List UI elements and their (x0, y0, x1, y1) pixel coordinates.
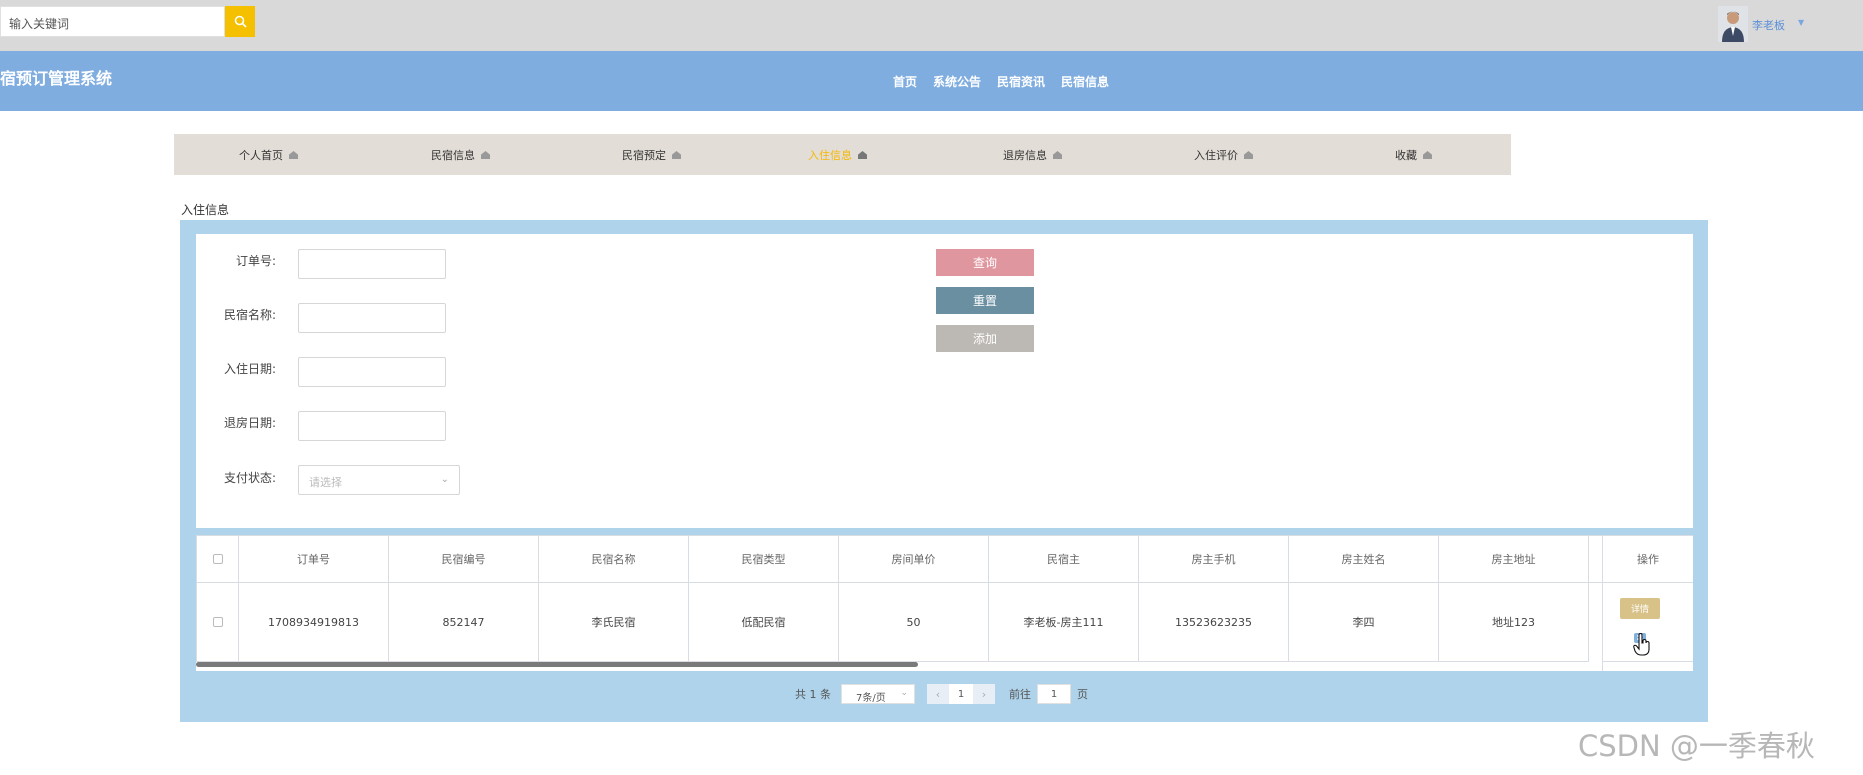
order-no-label: 订单号: (235, 254, 276, 268)
nav-item-announcements[interactable]: 系统公告 (933, 73, 981, 90)
hand-cursor-icon (1633, 633, 1650, 656)
subnav-item-homestay-info[interactable]: 民宿信息 (431, 147, 490, 163)
nav-item-news[interactable]: 民宿资讯 (997, 73, 1045, 90)
subnav-item-label: 民宿信息 (431, 149, 475, 162)
data-table: 订单号 民宿编号 民宿名称 民宿类型 房间单价 民宿主 房主手机 房主姓名 房主… (196, 535, 1693, 671)
column-header[interactable]: 房间单价 (838, 535, 989, 583)
subnav-item-label: 民宿预定 (622, 149, 666, 162)
order-no-input[interactable] (298, 249, 446, 279)
home-icon (858, 151, 867, 159)
sub-nav: 个人首页 民宿信息 民宿预定 入住信息 退房信息 入住评价 收藏 (174, 134, 1511, 175)
subnav-item-label: 入住信息 (808, 149, 852, 162)
table-cell: 李老板-房主111 (988, 582, 1139, 662)
pay-status-label: 支付状态: (223, 471, 276, 485)
page-size-label: 7条/页 (856, 693, 886, 704)
row-checkbox[interactable] (212, 617, 223, 627)
table-cell: 李四 (1288, 582, 1439, 662)
goto-prefix: 前往 (1009, 688, 1031, 701)
table-cell: 50 (838, 582, 989, 662)
column-header[interactable]: 民宿编号 (388, 535, 539, 583)
column-header: 操作 (1603, 535, 1693, 583)
home-icon (1053, 151, 1062, 159)
search-input[interactable]: 输入关键词 (0, 6, 225, 37)
search-button[interactable] (225, 6, 255, 37)
column-header[interactable]: 房主姓名 (1288, 535, 1439, 583)
checkin-date-label: 入住日期: (223, 362, 276, 376)
page-size-select[interactable]: 7条/页 ⌄ (841, 684, 915, 704)
select-all-cell (196, 535, 239, 583)
subnav-item-label: 个人首页 (239, 149, 283, 162)
home-icon (481, 151, 490, 159)
nav-item-homestays[interactable]: 民宿信息 (1061, 73, 1109, 90)
subnav-item-profile[interactable]: 个人首页 (239, 147, 298, 163)
table-cell: 1708934919813 (238, 582, 389, 662)
chevron-down-icon: ⌄ (900, 688, 908, 698)
home-icon (1423, 151, 1432, 159)
checkout-date-input[interactable] (298, 411, 446, 441)
table-cell: 李氏民宿 (538, 582, 689, 662)
query-button[interactable]: 查询 (936, 249, 1034, 276)
checkin-date-input[interactable] (298, 357, 446, 387)
subnav-item-review[interactable]: 入住评价 (1194, 147, 1253, 163)
page-number[interactable]: 1 (949, 684, 973, 704)
select-all-checkbox[interactable] (212, 554, 223, 564)
table-cell: 地址123 (1438, 582, 1589, 662)
detail-button[interactable]: 详情 (1620, 598, 1660, 619)
header-banner: 民宿预订管理系统 首页 系统公告 民宿资讯 民宿信息 (0, 51, 1863, 111)
pay-status-placeholder: 请选择 (309, 476, 342, 489)
column-header[interactable]: 民宿类型 (688, 535, 839, 583)
table-cell: 13523623235 (1138, 582, 1289, 662)
table-cell: 852147 (388, 582, 539, 662)
column-header[interactable]: 民宿主 (988, 535, 1139, 583)
subnav-item-label: 入住评价 (1194, 149, 1238, 162)
subnav-item-favorites[interactable]: 收藏 (1395, 147, 1432, 163)
home-icon (289, 151, 298, 159)
subnav-item-label: 收藏 (1395, 149, 1417, 162)
home-icon (672, 151, 681, 159)
row-select-cell (196, 582, 239, 662)
checkout-date-label: 退房日期: (223, 416, 276, 430)
column-header[interactable]: 房主手机 (1138, 535, 1289, 583)
search-form: 订单号: 民宿名称: 入住日期: 退房日期: 支付状态: 请选择 ⌄ 查询 重置… (196, 234, 1693, 528)
column-header[interactable]: 房主地址 (1438, 535, 1589, 583)
goto-suffix: 页 (1077, 688, 1088, 701)
pagination: 共 1 条 7条/页 ⌄ ‹ 1 › 前往 1 页 (795, 684, 1088, 704)
subnav-item-checkout[interactable]: 退房信息 (1003, 147, 1062, 163)
pay-status-select[interactable]: 请选择 ⌄ (298, 465, 460, 495)
homestay-name-label: 民宿名称: (223, 308, 276, 322)
top-bar: 输入关键词 李老板 ▼ (0, 0, 1863, 51)
homestay-name-input[interactable] (298, 303, 446, 333)
avatar[interactable] (1718, 6, 1748, 42)
subnav-item-checkin[interactable]: 入住信息 (808, 147, 867, 163)
page-title: 入住信息 (181, 203, 230, 217)
next-page-button[interactable]: › (973, 684, 995, 704)
main-nav: 首页 系统公告 民宿资讯 民宿信息 (893, 73, 1109, 90)
chevron-down-icon: ⌄ (440, 474, 449, 485)
site-title: 民宿预订管理系统 (0, 69, 113, 88)
nav-item-home[interactable]: 首页 (893, 73, 917, 90)
pagination-total: 共 1 条 (795, 688, 831, 701)
username[interactable]: 李老板 (1752, 17, 1785, 33)
column-header[interactable]: 民宿名称 (538, 535, 689, 583)
prev-page-button[interactable]: ‹ (927, 684, 949, 704)
table-cell: 低配民宿 (688, 582, 839, 662)
home-icon (1244, 151, 1253, 159)
search-icon (234, 15, 247, 28)
reset-button[interactable]: 重置 (936, 287, 1034, 314)
column-header[interactable]: 订单号 (238, 535, 389, 583)
main-panel: 订单号: 民宿名称: 入住日期: 退房日期: 支付状态: 请选择 ⌄ 查询 重置… (180, 220, 1708, 722)
add-button[interactable]: 添加 (936, 325, 1034, 352)
horizontal-scrollbar[interactable] (196, 662, 918, 667)
goto-page-input[interactable]: 1 (1037, 684, 1071, 704)
subnav-item-label: 退房信息 (1003, 149, 1047, 162)
watermark: CSDN @一季春秋 (1578, 729, 1815, 763)
subnav-item-booking[interactable]: 民宿预定 (622, 147, 681, 163)
chevron-down-icon[interactable]: ▼ (1798, 18, 1804, 27)
